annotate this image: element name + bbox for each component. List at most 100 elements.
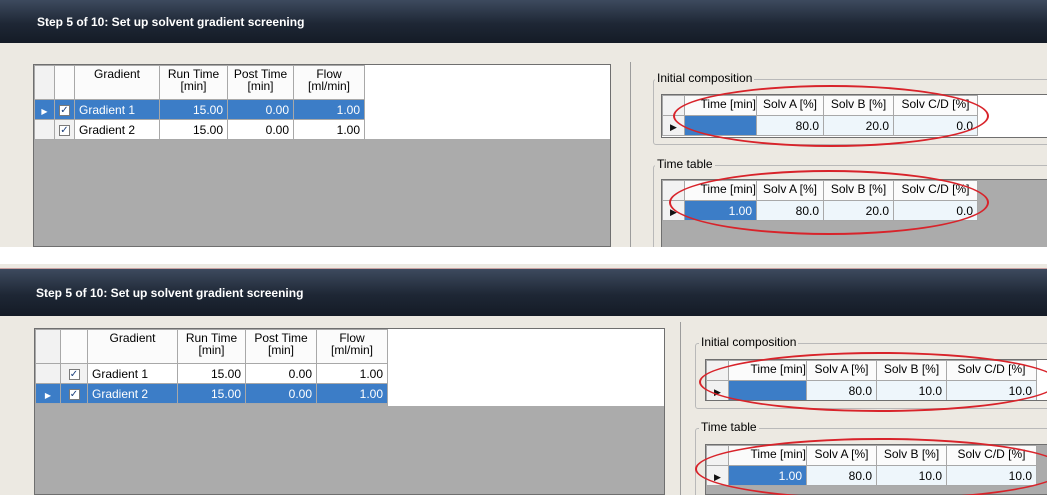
- column-header-solv-b[interactable]: Solv B [%]: [876, 360, 947, 381]
- row-selector[interactable]: ▶: [34, 99, 55, 120]
- column-header-time[interactable]: Time [min]: [728, 445, 807, 466]
- row-selector[interactable]: ▶: [35, 383, 61, 404]
- solv-b-cell[interactable]: 10.0: [876, 380, 947, 400]
- time-cell[interactable]: [684, 115, 757, 136]
- solv-a-cell[interactable]: 80.0: [806, 465, 877, 486]
- time-cell[interactable]: [728, 380, 807, 400]
- row-selector[interactable]: ▶: [662, 200, 685, 221]
- table-row[interactable]: ✓ Gradient 1 15.00 0.00 1.00: [35, 363, 388, 384]
- row-selector[interactable]: ▶: [706, 465, 729, 486]
- column-header-solv-b[interactable]: Solv B [%]: [876, 445, 947, 466]
- gradient-name-cell[interactable]: Gradient 2: [87, 383, 178, 404]
- column-header-gradient[interactable]: Gradient: [87, 329, 178, 364]
- column-header-run-time[interactable]: Run Time [min]: [159, 65, 228, 100]
- row-header-corner: [662, 180, 685, 201]
- run-time-cell[interactable]: 15.00: [159, 99, 228, 120]
- flow-cell[interactable]: 1.00: [316, 383, 388, 404]
- checkbox-checked-icon: ✓: [59, 104, 70, 116]
- checkbox-checked-icon: ✓: [68, 368, 80, 380]
- solv-a-cell[interactable]: 80.0: [806, 380, 877, 400]
- flow-cell[interactable]: 1.00: [293, 99, 365, 120]
- column-header-solv-a[interactable]: Solv A [%]: [806, 445, 877, 466]
- checkbox-checked-icon: ✓: [59, 124, 70, 136]
- column-header-time[interactable]: Time [min]: [684, 95, 757, 116]
- table-row[interactable]: ▶ 1.00 80.0 10.0 10.0: [706, 465, 1037, 486]
- row-header-corner: [706, 445, 729, 466]
- initial-composition-grid[interactable]: Time [min] Solv A [%] Solv B [%] Solv C/…: [661, 94, 1047, 138]
- column-header-gradient[interactable]: Gradient: [74, 65, 160, 100]
- row-checkbox[interactable]: ✓: [54, 119, 75, 140]
- solv-a-cell[interactable]: 80.0: [756, 200, 824, 221]
- table-row[interactable]: ▶ ✓ Gradient 2 15.00 0.00 1.00: [35, 383, 388, 404]
- solv-cd-cell[interactable]: 0.0: [893, 115, 978, 136]
- row-selector[interactable]: [34, 119, 55, 140]
- column-header-solv-a[interactable]: Solv A [%]: [756, 95, 824, 116]
- run-time-cell[interactable]: 15.00: [159, 119, 228, 140]
- post-time-cell[interactable]: 0.00: [227, 99, 294, 120]
- row-header-corner: [34, 65, 55, 100]
- run-time-cell[interactable]: 15.00: [177, 363, 246, 384]
- table-row[interactable]: ▶ 80.0 20.0 0.0: [662, 115, 978, 136]
- wizard-title-bar: Step 5 of 10: Set up solvent gradient sc…: [0, 0, 1047, 43]
- row-selector[interactable]: [35, 363, 61, 384]
- solv-b-cell[interactable]: 20.0: [823, 200, 894, 221]
- row-checkbox[interactable]: ✓: [54, 99, 75, 120]
- solv-b-cell[interactable]: 10.0: [876, 465, 947, 486]
- column-header-solv-cd[interactable]: Solv C/D [%]: [946, 360, 1037, 381]
- row-selector-arrow-icon: ▶: [670, 206, 677, 217]
- column-header-solv-cd[interactable]: Solv C/D [%]: [893, 95, 978, 116]
- initial-composition-label: Initial composition: [655, 71, 755, 85]
- time-cell[interactable]: 1.00: [728, 465, 807, 486]
- solv-b-cell[interactable]: 20.0: [823, 115, 894, 136]
- column-header-flow[interactable]: Flow [ml/min]: [293, 65, 365, 100]
- wizard-panel-bottom: Step 5 of 10: Set up solvent gradient sc…: [0, 264, 1047, 495]
- table-row[interactable]: ▶ 80.0 10.0 10.0: [706, 380, 1037, 400]
- gradient-grid[interactable]: Gradient Run Time [min] Post Time [min] …: [34, 328, 665, 495]
- grid-blank-area: [387, 329, 664, 406]
- column-header-solv-cd[interactable]: Solv C/D [%]: [946, 445, 1037, 466]
- composition-frame: Initial composition Time [min] Solv A [%…: [680, 322, 1047, 495]
- gradient-grid[interactable]: Gradient Run Time [min] Post Time [min] …: [33, 64, 611, 247]
- row-selector[interactable]: ▶: [706, 380, 729, 400]
- column-header-run-time[interactable]: Run Time [min]: [177, 329, 246, 364]
- run-time-cell[interactable]: 15.00: [177, 383, 246, 404]
- solv-cd-cell[interactable]: 10.0: [946, 380, 1037, 400]
- table-row[interactable]: ▶ 1.00 80.0 20.0 0.0: [662, 200, 978, 221]
- time-table-grid[interactable]: Time [min] Solv A [%] Solv B [%] Solv C/…: [705, 444, 1047, 495]
- post-time-cell[interactable]: 0.00: [245, 363, 317, 384]
- row-selector-arrow-icon: ▶: [670, 121, 677, 132]
- checkbox-column-header: [54, 65, 75, 100]
- column-header-flow[interactable]: Flow [ml/min]: [316, 329, 388, 364]
- column-header-solv-a[interactable]: Solv A [%]: [806, 360, 877, 381]
- table-row[interactable]: ▶ ✓ Gradient 1 15.00 0.00 1.00: [34, 99, 365, 120]
- time-table-label: Time table: [699, 420, 759, 434]
- gradient-name-cell[interactable]: Gradient 1: [87, 363, 178, 384]
- column-header-time[interactable]: Time [min]: [684, 180, 757, 201]
- gradient-name-cell[interactable]: Gradient 1: [74, 99, 160, 120]
- post-time-cell[interactable]: 0.00: [227, 119, 294, 140]
- solv-cd-cell[interactable]: 10.0: [946, 465, 1037, 486]
- time-table-grid[interactable]: Time [min] Solv A [%] Solv B [%] Solv C/…: [661, 179, 1047, 247]
- column-header-solv-cd[interactable]: Solv C/D [%]: [893, 180, 978, 201]
- row-header-corner: [35, 329, 61, 364]
- column-header-post-time[interactable]: Post Time [min]: [227, 65, 294, 100]
- column-header-solv-b[interactable]: Solv B [%]: [823, 95, 894, 116]
- wizard-panel-top: Step 5 of 10: Set up solvent gradient sc…: [0, 0, 1047, 247]
- gradient-name-cell[interactable]: Gradient 2: [74, 119, 160, 140]
- table-row[interactable]: ✓ Gradient 2 15.00 0.00 1.00: [34, 119, 365, 140]
- post-time-cell[interactable]: 0.00: [245, 383, 317, 404]
- column-header-post-time[interactable]: Post Time [min]: [245, 329, 317, 364]
- wizard-step-title: Step 5 of 10: Set up solvent gradient sc…: [36, 285, 304, 300]
- time-cell[interactable]: 1.00: [684, 200, 757, 221]
- row-checkbox[interactable]: ✓: [60, 363, 88, 384]
- column-header-solv-a[interactable]: Solv A [%]: [756, 180, 824, 201]
- initial-composition-grid[interactable]: Time [min] Solv A [%] Solv B [%] Solv C/…: [705, 359, 1047, 401]
- flow-cell[interactable]: 1.00: [293, 119, 365, 140]
- column-header-time[interactable]: Time [min]: [728, 360, 807, 381]
- row-checkbox[interactable]: ✓: [60, 383, 88, 404]
- solv-cd-cell[interactable]: 0.0: [893, 200, 978, 221]
- row-selector[interactable]: ▶: [662, 115, 685, 136]
- column-header-solv-b[interactable]: Solv B [%]: [823, 180, 894, 201]
- flow-cell[interactable]: 1.00: [316, 363, 388, 384]
- solv-a-cell[interactable]: 80.0: [756, 115, 824, 136]
